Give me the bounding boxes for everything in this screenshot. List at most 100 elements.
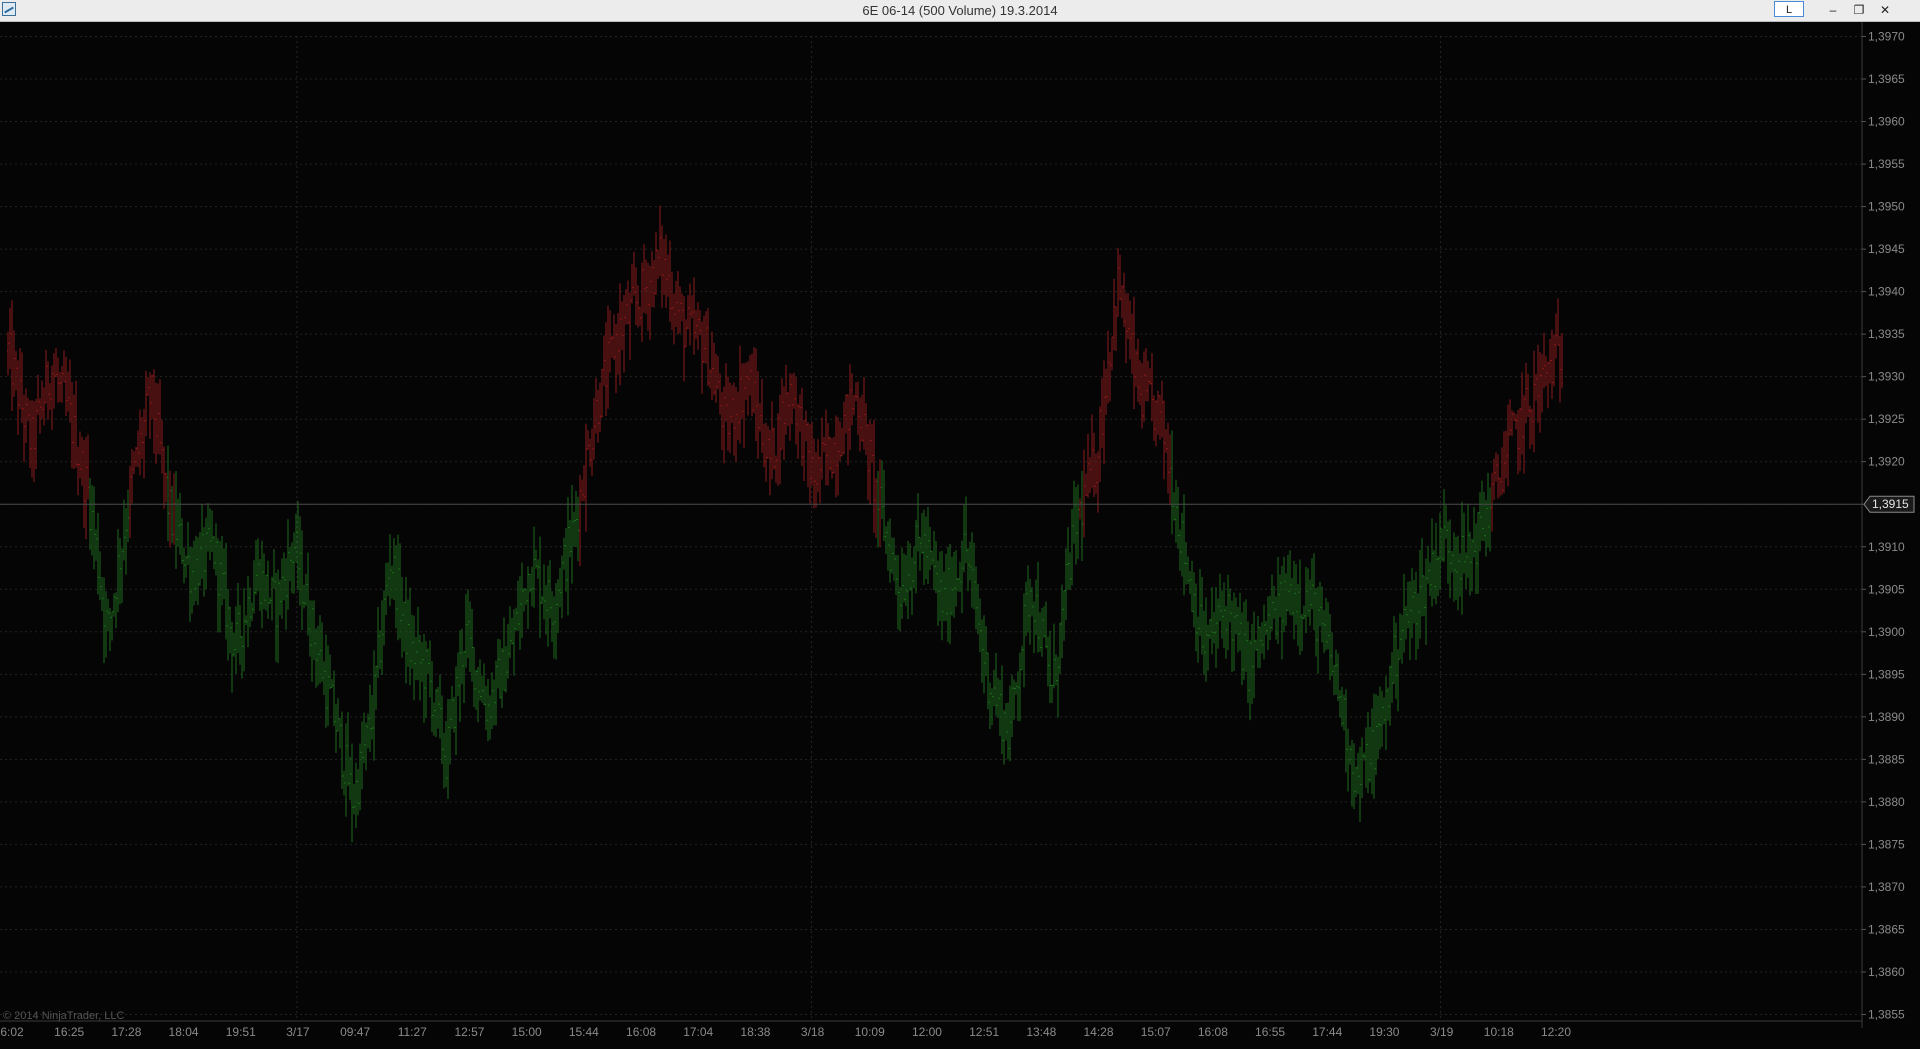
price-bar <box>79 431 81 479</box>
price-bar <box>31 400 33 478</box>
price-bar <box>697 302 699 350</box>
price-bar <box>737 391 739 441</box>
price-bar <box>851 373 853 426</box>
price-bar <box>1113 278 1115 351</box>
price-bar <box>1489 487 1491 552</box>
price-bar <box>855 382 857 402</box>
price-bar <box>937 560 939 626</box>
price-bar <box>253 560 255 614</box>
price-bar <box>1521 372 1523 455</box>
price-bar <box>771 401 773 480</box>
price-bar <box>1375 694 1377 775</box>
price-bar <box>1037 561 1039 653</box>
price-bar <box>1311 558 1313 610</box>
close-icon[interactable]: ✕ <box>1872 0 1898 20</box>
price-bar <box>353 783 355 815</box>
price-bar <box>207 502 209 552</box>
price-bar <box>109 607 111 652</box>
price-bar <box>523 587 525 612</box>
price-bar <box>237 583 239 653</box>
price-bar <box>1203 610 1205 675</box>
price-bar <box>985 625 987 676</box>
price-bar <box>103 577 105 664</box>
price-bar <box>1345 689 1347 773</box>
price-bar <box>869 419 871 506</box>
price-bar <box>1465 552 1467 589</box>
price-bar <box>1347 728 1349 792</box>
price-bar <box>873 419 875 533</box>
price-bar <box>663 238 665 295</box>
price-bar <box>1343 694 1345 731</box>
price-bar <box>1527 374 1529 417</box>
price-tick-label: 1,3925 <box>1868 412 1905 426</box>
price-chart[interactable]: 1,3970 1,3965 1,3960 1,3955 1,3950 1,3945 1,39… <box>0 22 1920 1049</box>
price-bar <box>425 641 427 718</box>
price-bar <box>1391 652 1393 703</box>
price-bar <box>365 722 367 771</box>
price-bar <box>65 356 67 416</box>
price-bar <box>313 600 315 660</box>
price-bar <box>747 361 749 416</box>
price-bar <box>11 300 13 411</box>
price-bar <box>1541 354 1543 413</box>
price-bar <box>741 363 743 419</box>
price-bar <box>263 553 265 609</box>
price-bar <box>1207 624 1209 671</box>
price-bar <box>965 496 967 564</box>
price-bar <box>1061 584 1063 659</box>
price-bar <box>217 538 219 633</box>
price-bar <box>1279 574 1281 618</box>
time-tick-label: 19:30 <box>1369 1025 1399 1039</box>
price-bar <box>517 580 519 631</box>
price-bar <box>1063 590 1065 641</box>
price-bar <box>659 205 661 277</box>
time-axis[interactable]: 6:02 16:25 17:28 18:04 19:51 3/17 09:47 11:27 12… <box>0 1020 1862 1039</box>
price-bar <box>387 562 389 597</box>
price-bar <box>1173 492 1175 521</box>
price-bar <box>95 529 97 561</box>
price-bar <box>1085 473 1087 496</box>
price-bar <box>501 648 503 708</box>
price-bar <box>1019 652 1021 722</box>
time-tick-label: 17:28 <box>111 1025 141 1039</box>
price-bar <box>267 560 269 619</box>
price-bar <box>1155 400 1157 447</box>
price-bar <box>935 540 937 594</box>
price-bar <box>1045 601 1047 649</box>
price-bar <box>451 686 453 729</box>
price-bar <box>717 355 719 390</box>
price-bar <box>809 424 811 504</box>
price-bar <box>63 350 65 383</box>
price-bar <box>843 401 845 455</box>
price-bar <box>1547 361 1549 409</box>
price-bar <box>231 621 233 693</box>
price-tick-label: 1,3920 <box>1868 455 1905 469</box>
price-bar <box>1123 272 1125 328</box>
price-bar <box>655 232 657 295</box>
price-bar <box>841 427 843 457</box>
price-bar <box>1239 592 1241 651</box>
price-axis[interactable]: 1,3970 1,3965 1,3960 1,3955 1,3950 1,3945 1,39… <box>1861 22 1905 1028</box>
price-bar <box>953 551 955 618</box>
price-bar <box>1271 574 1273 631</box>
price-bar <box>839 421 841 462</box>
minimize-icon[interactable]: – <box>1820 0 1846 20</box>
price-bar <box>1367 711 1369 794</box>
price-bar <box>235 606 237 674</box>
time-tick-label: 6:02 <box>0 1025 24 1039</box>
price-bar <box>577 496 579 562</box>
price-tick-label: 1,3955 <box>1868 157 1905 171</box>
price-bar <box>1555 313 1557 359</box>
price-bar <box>1143 351 1145 422</box>
restore-icon[interactable]: ❐ <box>1846 0 1872 20</box>
price-bar <box>1351 739 1353 807</box>
price-bar <box>443 733 445 789</box>
price-bar <box>151 374 153 419</box>
link-button[interactable]: L <box>1774 1 1804 17</box>
price-bar <box>515 607 517 631</box>
price-bar <box>331 679 333 689</box>
price-bar <box>749 355 751 396</box>
price-bar <box>171 486 173 544</box>
price-bar <box>121 548 123 603</box>
price-bar <box>1411 568 1413 639</box>
